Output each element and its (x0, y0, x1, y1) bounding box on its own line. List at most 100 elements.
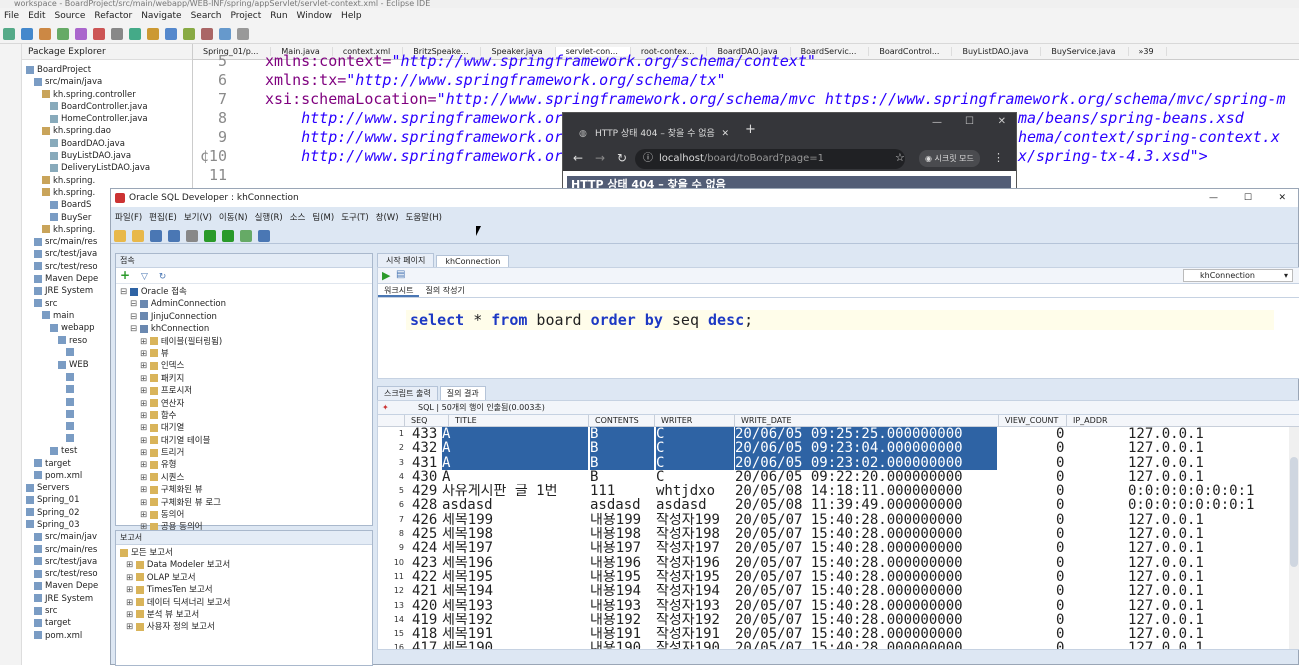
table-cell[interactable]: 127.0.0.1 (1128, 513, 1288, 527)
sql-statement[interactable]: select * from board order by seq desc; (406, 310, 1274, 330)
back-icon[interactable]: ← (573, 151, 583, 165)
expand-icon[interactable]: ⊞ (126, 598, 136, 608)
expand-icon[interactable]: ⊞ (126, 610, 136, 620)
table-cell[interactable]: 20/05/08 14:18:11.000000000 (735, 484, 997, 498)
menu-item[interactable]: 소스 (290, 211, 306, 223)
grid-scrollbar[interactable] (1289, 427, 1299, 649)
expand-icon[interactable]: ⊞ (140, 374, 150, 384)
table-cell[interactable]: 127.0.0.1 (1128, 613, 1288, 627)
menu-item[interactable]: 팀(M) (312, 211, 334, 223)
table-cell[interactable]: 0 (1056, 441, 1126, 455)
table-cell[interactable]: 422 (412, 570, 442, 584)
table-cell[interactable]: 417 (412, 641, 442, 649)
tree-item[interactable]: HomeController.java (26, 113, 192, 125)
table-cell[interactable]: 0:0:0:0:0:0:0:1 (1128, 498, 1288, 512)
table-cell[interactable]: 세목197 (442, 541, 588, 555)
connection-tree-item[interactable]: ⊞ 구체화된 뷰 로그 (120, 497, 372, 509)
table-cell[interactable]: whtjdxo (656, 484, 734, 498)
maximize-icon[interactable]: ☐ (965, 116, 974, 127)
connection-tree-item[interactable]: ⊞ 패키지 (120, 373, 372, 385)
table-cell[interactable]: 0 (1056, 498, 1126, 512)
toolbar-icon[interactable] (21, 28, 33, 40)
table-cell[interactable]: 내용196 (590, 556, 654, 570)
expand-icon[interactable]: ⊟ (120, 287, 130, 297)
table-cell[interactable]: 420 (412, 599, 442, 613)
table-row[interactable]: 5 429 사유게시판 글 1번 111 whtjdxo 20/05/08 14:18:1… (378, 484, 1299, 498)
table-cell[interactable]: 0 (1056, 570, 1126, 584)
tree-item[interactable]: DeliveryListDAO.java (26, 162, 192, 174)
table-cell[interactable]: 작성자194 (656, 584, 734, 598)
connection-select[interactable]: khConnection ▾ (1183, 269, 1293, 282)
add-connection-icon[interactable]: + (120, 268, 130, 282)
table-cell[interactable]: 431 (412, 456, 442, 470)
toolbar-icon[interactable] (237, 28, 249, 40)
table-cell[interactable]: 세목196 (442, 556, 588, 570)
expand-icon[interactable]: ⊞ (140, 485, 150, 495)
table-cell[interactable]: 20/05/07 15:40:28.000000000 (735, 570, 997, 584)
table-cell[interactable]: 20/06/05 09:23:04.000000000 (735, 441, 997, 456)
table-cell[interactable]: 20/05/07 15:40:28.000000000 (735, 541, 997, 555)
toolbar-icon[interactable] (114, 230, 126, 242)
connection-tree-item[interactable]: ⊞ 구체화된 뷰 (120, 484, 372, 496)
sql-editor[interactable]: select * from board order by seq desc; (377, 297, 1299, 379)
toolbar-icon[interactable] (186, 230, 198, 242)
table-cell[interactable]: B (590, 427, 654, 442)
table-cell[interactable]: A (442, 455, 588, 470)
table-cell[interactable]: A (442, 427, 588, 442)
table-cell[interactable]: 20/05/08 11:39:49.000000000 (735, 498, 997, 512)
table-cell[interactable]: A (442, 441, 588, 456)
table-cell[interactable]: 세목191 (442, 627, 588, 641)
expand-icon[interactable]: ⊞ (140, 423, 150, 433)
table-cell[interactable]: 421 (412, 584, 442, 598)
table-cell[interactable]: 419 (412, 613, 442, 627)
filter-icon[interactable]: ▽ (141, 272, 148, 282)
table-cell[interactable]: B (590, 470, 654, 484)
table-cell[interactable]: 425 (412, 527, 442, 541)
expand-icon[interactable]: ⊞ (140, 448, 150, 458)
column-header[interactable]: VIEW_COUNT (998, 415, 1066, 427)
connection-tree-item[interactable]: ⊞ 대기열 (120, 422, 372, 434)
connection-tree-item[interactable]: ⊞ 트리거 (120, 447, 372, 459)
table-cell[interactable]: 0 (1056, 599, 1126, 613)
table-cell[interactable]: 20/06/05 09:25:25.000000000 (735, 427, 997, 442)
menu-item[interactable]: Help (341, 11, 362, 21)
table-cell[interactable]: 작성자199 (656, 513, 734, 527)
table-cell[interactable]: 20/05/07 15:40:28.000000000 (735, 613, 997, 627)
tree-item[interactable]: src/main/java (26, 76, 192, 88)
toolbar-icon[interactable] (132, 230, 144, 242)
column-header[interactable]: WRITE_DATE (734, 415, 998, 427)
minimize-icon[interactable]: — (932, 117, 942, 128)
toolbar-icon[interactable] (201, 28, 213, 40)
table-cell[interactable]: 433 (412, 427, 442, 441)
table-cell[interactable]: 418 (412, 627, 442, 641)
worksheet-subtab[interactable]: 질의 작성기 (419, 284, 470, 297)
table-row[interactable]: 3 431 A B C 20/06/05 09:23:02.000000000 0 127.0… (378, 455, 1299, 470)
refresh-icon[interactable]: ↻ (159, 272, 167, 282)
expand-icon[interactable]: ⊞ (140, 510, 150, 520)
expand-icon[interactable]: ⊞ (140, 460, 150, 470)
menu-item[interactable]: Window (297, 11, 333, 21)
table-cell[interactable]: 세목199 (442, 513, 588, 527)
table-cell[interactable]: 세목198 (442, 527, 588, 541)
table-cell[interactable]: 127.0.0.1 (1128, 570, 1288, 584)
column-header[interactable]: TITLE (448, 415, 588, 427)
toolbar-icon[interactable] (75, 28, 87, 40)
table-cell[interactable]: 내용199 (590, 513, 654, 527)
table-cell[interactable]: 20/05/07 15:40:28.000000000 (735, 641, 997, 649)
report-tree-item[interactable]: ⊞ OLAP 보고서 (120, 572, 372, 584)
report-tree-item[interactable]: ⊞ 분석 뷰 보고서 (120, 609, 372, 621)
forward-icon[interactable]: → (595, 151, 605, 165)
table-cell[interactable]: 작성자196 (656, 556, 734, 570)
table-cell[interactable]: 0 (1056, 470, 1126, 484)
connection-tree-item[interactable]: ⊞ 대기열 테이블 (120, 435, 372, 447)
table-cell[interactable]: 작성자191 (656, 627, 734, 641)
menu-item[interactable]: Edit (28, 11, 45, 21)
table-cell[interactable]: 127.0.0.1 (1128, 541, 1288, 555)
table-cell[interactable]: 111 (590, 484, 654, 498)
table-cell[interactable]: 428 (412, 498, 442, 512)
menu-item[interactable]: 도구(T) (341, 211, 368, 223)
table-cell[interactable]: 내용193 (590, 599, 654, 613)
chrome-url-bar[interactable]: ⓘ localhost/board/toBoard?page=1 (635, 149, 905, 169)
toolbar-icon[interactable] (129, 28, 141, 40)
result-grid[interactable]: SEQ TITLE CONTENTS WRITER WRITE_DATE VIEW_COU… (377, 414, 1299, 650)
